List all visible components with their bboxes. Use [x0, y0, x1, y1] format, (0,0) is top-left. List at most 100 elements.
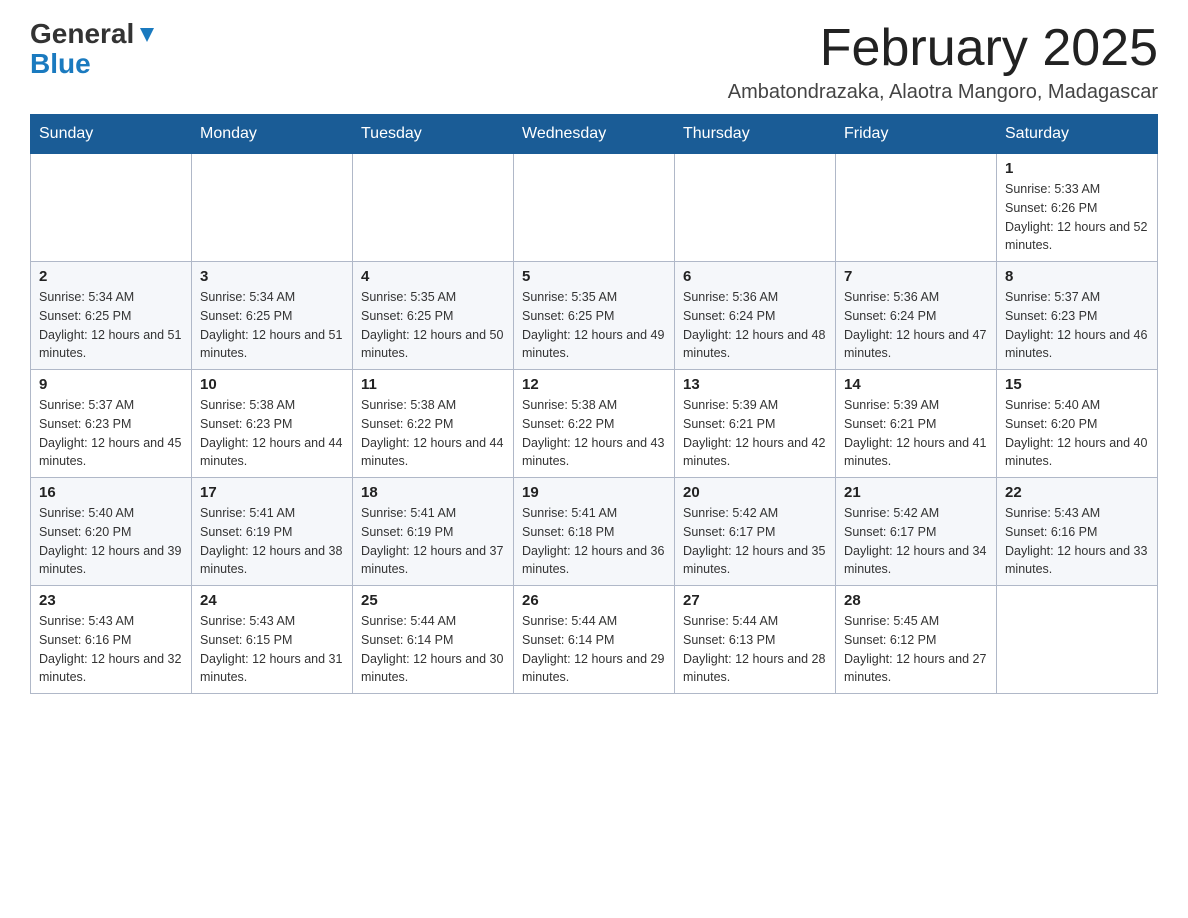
day-number: 23	[39, 592, 183, 609]
calendar-header-wednesday: Wednesday	[514, 115, 675, 154]
calendar-header-sunday: Sunday	[31, 115, 192, 154]
day-info: Sunrise: 5:38 AMSunset: 6:22 PMDaylight:…	[522, 396, 666, 471]
calendar-header-monday: Monday	[192, 115, 353, 154]
calendar-cell	[997, 586, 1158, 694]
calendar-week-row: 23 Sunrise: 5:43 AMSunset: 6:16 PMDayligh…	[31, 586, 1158, 694]
calendar-cell: 21 Sunrise: 5:42 AMSunset: 6:17 PMDayligh…	[836, 478, 997, 586]
calendar-cell	[675, 154, 836, 262]
calendar-header-saturday: Saturday	[997, 115, 1158, 154]
day-number: 16	[39, 484, 183, 501]
calendar-cell: 16Sunrise: 5:40 AMSunset: 6:20 PMDayligh…	[31, 478, 192, 586]
calendar-cell: 20 Sunrise: 5:42 AMSunset: 6:17 PMDayligh…	[675, 478, 836, 586]
day-number: 8	[1005, 268, 1149, 285]
day-info: Sunrise: 5:33 AMSunset: 6:26 PMDaylight:…	[1005, 180, 1149, 255]
day-info: Sunrise: 5:38 AMSunset: 6:23 PMDaylight:…	[200, 396, 344, 471]
day-info: Sunrise: 5:40 AMSunset: 6:20 PMDaylight:…	[1005, 396, 1149, 471]
day-info: Sunrise: 5:34 AMSunset: 6:25 PMDaylight:…	[200, 288, 344, 363]
day-info: Sunrise: 5:42 AMSunset: 6:17 PMDaylight:…	[683, 504, 827, 579]
calendar-cell: 13 Sunrise: 5:39 AMSunset: 6:21 PMDayligh…	[675, 370, 836, 478]
day-info: Sunrise: 5:35 AMSunset: 6:25 PMDaylight:…	[522, 288, 666, 363]
calendar-header-row: SundayMondayTuesdayWednesdayThursdayFrid…	[31, 115, 1158, 154]
day-number: 2	[39, 268, 183, 285]
day-number: 7	[844, 268, 988, 285]
calendar-cell	[31, 154, 192, 262]
calendar-week-row: 1Sunrise: 5:33 AMSunset: 6:26 PMDaylight…	[31, 154, 1158, 262]
logo: General Blue	[30, 20, 158, 80]
day-number: 12	[522, 376, 666, 393]
day-number: 26	[522, 592, 666, 609]
calendar-cell: 18 Sunrise: 5:41 AMSunset: 6:19 PMDayligh…	[353, 478, 514, 586]
calendar-cell: 3 Sunrise: 5:34 AMSunset: 6:25 PMDaylight…	[192, 262, 353, 370]
day-info: Sunrise: 5:44 AMSunset: 6:14 PMDaylight:…	[522, 612, 666, 687]
calendar-cell: 28 Sunrise: 5:45 AMSunset: 6:12 PMDayligh…	[836, 586, 997, 694]
day-number: 14	[844, 376, 988, 393]
day-number: 13	[683, 376, 827, 393]
title-area: February 2025 Ambatondrazaka, Alaotra Ma…	[728, 20, 1158, 104]
day-number: 5	[522, 268, 666, 285]
day-number: 27	[683, 592, 827, 609]
day-info: Sunrise: 5:43 AMSunset: 6:15 PMDaylight:…	[200, 612, 344, 687]
calendar-cell: 27 Sunrise: 5:44 AMSunset: 6:13 PMDayligh…	[675, 586, 836, 694]
calendar-cell: 2 Sunrise: 5:34 AMSunset: 6:25 PMDaylight…	[31, 262, 192, 370]
calendar-week-row: 2 Sunrise: 5:34 AMSunset: 6:25 PMDaylight…	[31, 262, 1158, 370]
day-number: 25	[361, 592, 505, 609]
day-info: Sunrise: 5:41 AMSunset: 6:19 PMDaylight:…	[361, 504, 505, 579]
calendar-cell: 12 Sunrise: 5:38 AMSunset: 6:22 PMDayligh…	[514, 370, 675, 478]
calendar-cell: 23 Sunrise: 5:43 AMSunset: 6:16 PMDayligh…	[31, 586, 192, 694]
calendar-cell: 4Sunrise: 5:35 AMSunset: 6:25 PMDaylight…	[353, 262, 514, 370]
day-info: Sunrise: 5:44 AMSunset: 6:13 PMDaylight:…	[683, 612, 827, 687]
logo-text-blue: Blue	[30, 48, 91, 80]
day-info: Sunrise: 5:37 AMSunset: 6:23 PMDaylight:…	[1005, 288, 1149, 363]
day-info: Sunrise: 5:41 AMSunset: 6:19 PMDaylight:…	[200, 504, 344, 579]
day-info: Sunrise: 5:34 AMSunset: 6:25 PMDaylight:…	[39, 288, 183, 363]
day-info: Sunrise: 5:36 AMSunset: 6:24 PMDaylight:…	[844, 288, 988, 363]
day-info: Sunrise: 5:43 AMSunset: 6:16 PMDaylight:…	[39, 612, 183, 687]
page-header: General Blue February 2025 Ambatondrazak…	[30, 20, 1158, 104]
day-info: Sunrise: 5:39 AMSunset: 6:21 PMDaylight:…	[683, 396, 827, 471]
location-title: Ambatondrazaka, Alaotra Mangoro, Madagas…	[728, 81, 1158, 104]
calendar-header-thursday: Thursday	[675, 115, 836, 154]
day-info: Sunrise: 5:45 AMSunset: 6:12 PMDaylight:…	[844, 612, 988, 687]
day-number: 28	[844, 592, 988, 609]
day-info: Sunrise: 5:41 AMSunset: 6:18 PMDaylight:…	[522, 504, 666, 579]
day-number: 6	[683, 268, 827, 285]
calendar-cell: 9Sunrise: 5:37 AMSunset: 6:23 PMDaylight…	[31, 370, 192, 478]
day-number: 3	[200, 268, 344, 285]
day-info: Sunrise: 5:44 AMSunset: 6:14 PMDaylight:…	[361, 612, 505, 687]
calendar-cell: 22Sunrise: 5:43 AMSunset: 6:16 PMDayligh…	[997, 478, 1158, 586]
calendar-cell	[353, 154, 514, 262]
day-number: 17	[200, 484, 344, 501]
calendar-cell: 15 Sunrise: 5:40 AMSunset: 6:20 PMDayligh…	[997, 370, 1158, 478]
day-info: Sunrise: 5:39 AMSunset: 6:21 PMDaylight:…	[844, 396, 988, 471]
calendar-table: SundayMondayTuesdayWednesdayThursdayFrid…	[30, 114, 1158, 694]
day-info: Sunrise: 5:38 AMSunset: 6:22 PMDaylight:…	[361, 396, 505, 471]
logo-text-general: General	[30, 20, 134, 48]
day-info: Sunrise: 5:35 AMSunset: 6:25 PMDaylight:…	[361, 288, 505, 363]
calendar-cell: 24 Sunrise: 5:43 AMSunset: 6:15 PMDayligh…	[192, 586, 353, 694]
day-info: Sunrise: 5:36 AMSunset: 6:24 PMDaylight:…	[683, 288, 827, 363]
calendar-week-row: 9Sunrise: 5:37 AMSunset: 6:23 PMDaylight…	[31, 370, 1158, 478]
calendar-cell: 11 Sunrise: 5:38 AMSunset: 6:22 PMDayligh…	[353, 370, 514, 478]
calendar-cell: 26 Sunrise: 5:44 AMSunset: 6:14 PMDayligh…	[514, 586, 675, 694]
day-number: 19	[522, 484, 666, 501]
day-number: 20	[683, 484, 827, 501]
logo-arrow-icon	[136, 24, 158, 46]
day-number: 21	[844, 484, 988, 501]
calendar-cell: 5 Sunrise: 5:35 AMSunset: 6:25 PMDaylight…	[514, 262, 675, 370]
day-number: 18	[361, 484, 505, 501]
calendar-header-tuesday: Tuesday	[353, 115, 514, 154]
day-info: Sunrise: 5:37 AMSunset: 6:23 PMDaylight:…	[39, 396, 183, 471]
calendar-cell: 19 Sunrise: 5:41 AMSunset: 6:18 PMDayligh…	[514, 478, 675, 586]
calendar-cell: 25 Sunrise: 5:44 AMSunset: 6:14 PMDayligh…	[353, 586, 514, 694]
calendar-cell: 8 Sunrise: 5:37 AMSunset: 6:23 PMDaylight…	[997, 262, 1158, 370]
day-number: 11	[361, 376, 505, 393]
calendar-cell: 6 Sunrise: 5:36 AMSunset: 6:24 PMDaylight…	[675, 262, 836, 370]
calendar-header-friday: Friday	[836, 115, 997, 154]
day-number: 24	[200, 592, 344, 609]
month-title: February 2025	[728, 20, 1158, 77]
calendar-cell: 7 Sunrise: 5:36 AMSunset: 6:24 PMDaylight…	[836, 262, 997, 370]
day-info: Sunrise: 5:42 AMSunset: 6:17 PMDaylight:…	[844, 504, 988, 579]
calendar-cell: 10Sunrise: 5:38 AMSunset: 6:23 PMDayligh…	[192, 370, 353, 478]
day-number: 15	[1005, 376, 1149, 393]
calendar-cell: 14 Sunrise: 5:39 AMSunset: 6:21 PMDayligh…	[836, 370, 997, 478]
